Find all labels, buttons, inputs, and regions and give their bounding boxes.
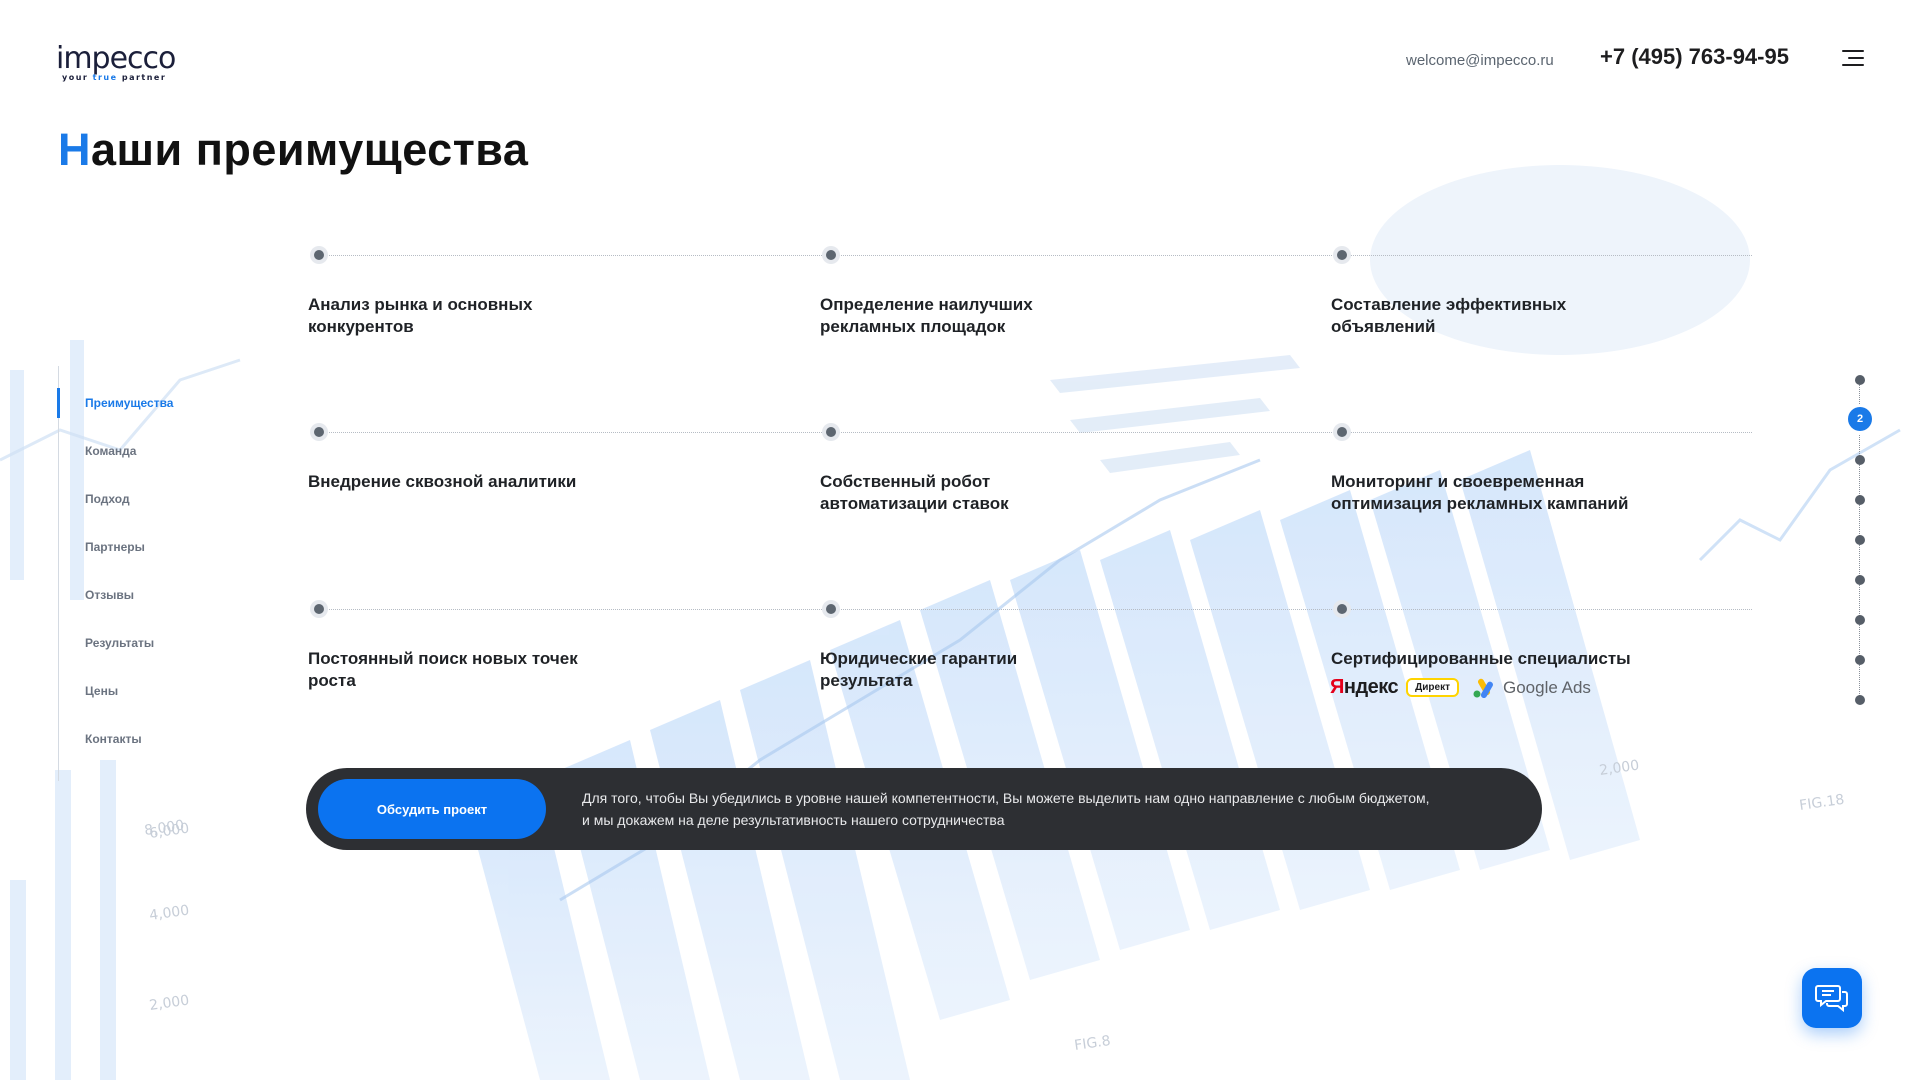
logo[interactable]: impecco your true partner	[56, 44, 186, 86]
logo-tagline-part: your	[62, 73, 89, 82]
cert-logos: Яндекс Директ Google Ads	[1330, 676, 1591, 699]
nav-item-reviews[interactable]: Отзывы	[59, 558, 218, 606]
pager-dot[interactable]	[1855, 695, 1865, 705]
logo-tagline-part: partner	[121, 73, 167, 82]
yandex-logo: Яндекс	[1330, 676, 1399, 699]
nav-item-team[interactable]: Команда	[59, 414, 218, 462]
timeline-dot	[1333, 423, 1351, 441]
pager-dot[interactable]	[1855, 495, 1865, 505]
nav-item-advantages[interactable]: Преимущества	[57, 366, 218, 418]
nav-item-approach[interactable]: Подход	[59, 462, 218, 510]
svg-text:FIG.18: FIG.18	[1798, 792, 1845, 814]
pager-dot[interactable]	[1855, 655, 1865, 665]
yandex-logo-rest: ндекс	[1343, 676, 1399, 698]
phone-link[interactable]: +7 (495) 763-94-95	[1600, 44, 1789, 70]
cta-text-line: Для того, чтобы Вы убедились в уровне на…	[582, 790, 1430, 806]
svg-text:FIG.8: FIG.8	[1073, 1033, 1111, 1054]
pager-dot[interactable]	[1855, 535, 1865, 545]
timeline-dot	[310, 423, 328, 441]
cta-text: Для того, чтобы Вы убедились в уровне на…	[582, 787, 1502, 831]
svg-text:6,000: 6,000	[148, 821, 190, 842]
advantage-item: Юридические гарантии результата	[820, 649, 1018, 690]
cta-text-line: и мы докажем на деле результативность на…	[582, 812, 1005, 828]
nav-item-prices[interactable]: Цены	[59, 654, 218, 702]
advantage-item: Собственный робот автоматизации ставок	[820, 472, 1009, 513]
page-title-first-letter: Н	[58, 124, 91, 175]
advantage-item: Сертифицированные специалисты	[1331, 649, 1631, 668]
svg-text:2,000: 2,000	[148, 993, 190, 1014]
timeline-dot	[822, 423, 840, 441]
logo-tagline-part: true	[92, 73, 118, 82]
email-link[interactable]: welcome@impecco.ru	[1406, 52, 1554, 69]
advantage-item: Составление эффективных объявлений	[1331, 295, 1567, 336]
page-title-rest: аши преимущества	[91, 124, 529, 175]
google-ads-logo: Google Ads	[1473, 678, 1591, 698]
pager-dot[interactable]	[1855, 455, 1865, 465]
svg-text:8,000: 8,000	[143, 818, 185, 839]
timeline-dot	[822, 246, 840, 264]
advantage-item: Мониторинг и своевременная оптимизация р…	[1331, 472, 1629, 513]
chat-bubbles-icon	[1815, 985, 1848, 1013]
nav-item-results[interactable]: Результаты	[59, 606, 218, 654]
svg-text:2,000: 2,000	[1598, 758, 1640, 779]
nav-item-partners[interactable]: Партнеры	[59, 510, 218, 558]
advantage-item: Анализ рынка и основных конкурентов	[308, 295, 533, 336]
pager-dot-active[interactable]: 2	[1848, 407, 1872, 431]
cta-band: Обсудить проект Для того, чтобы Вы убеди…	[306, 768, 1542, 850]
timeline-dot	[822, 600, 840, 618]
timeline-dot	[310, 246, 328, 264]
nav-item-contacts[interactable]: Контакты	[59, 702, 218, 750]
section-nav: Преимущества Команда Подход Партнеры Отз…	[57, 366, 218, 781]
timeline-dot	[1333, 600, 1351, 618]
chat-button[interactable]	[1802, 968, 1862, 1028]
timeline-dot	[1333, 246, 1351, 264]
google-ads-icon	[1473, 678, 1493, 698]
advantage-item: Внедрение сквозной аналитики	[308, 472, 577, 491]
pager-dot[interactable]	[1855, 615, 1865, 625]
yandex-logo-y: Я	[1330, 676, 1344, 698]
pager-dot[interactable]	[1855, 375, 1865, 385]
timeline-dot	[310, 600, 328, 618]
advantage-item: Постоянный поиск новых точек роста	[308, 649, 578, 690]
row-divider	[318, 609, 1752, 610]
logo-wordmark: impecco	[56, 41, 176, 76]
discuss-project-button[interactable]: Обсудить проект	[318, 779, 546, 839]
row-divider	[318, 432, 1752, 433]
svg-text:4,000: 4,000	[148, 903, 190, 924]
direkt-badge: Директ	[1406, 678, 1459, 697]
page-title: Наши преимущества	[58, 124, 528, 176]
advantage-item: Определение наилучших рекламных площадок	[820, 295, 1033, 336]
hamburger-icon[interactable]	[1842, 50, 1864, 66]
row-divider	[318, 255, 1752, 256]
section-pager: 2	[1848, 372, 1872, 708]
google-ads-label: Google Ads	[1503, 677, 1591, 697]
pager-dot[interactable]	[1855, 575, 1865, 585]
